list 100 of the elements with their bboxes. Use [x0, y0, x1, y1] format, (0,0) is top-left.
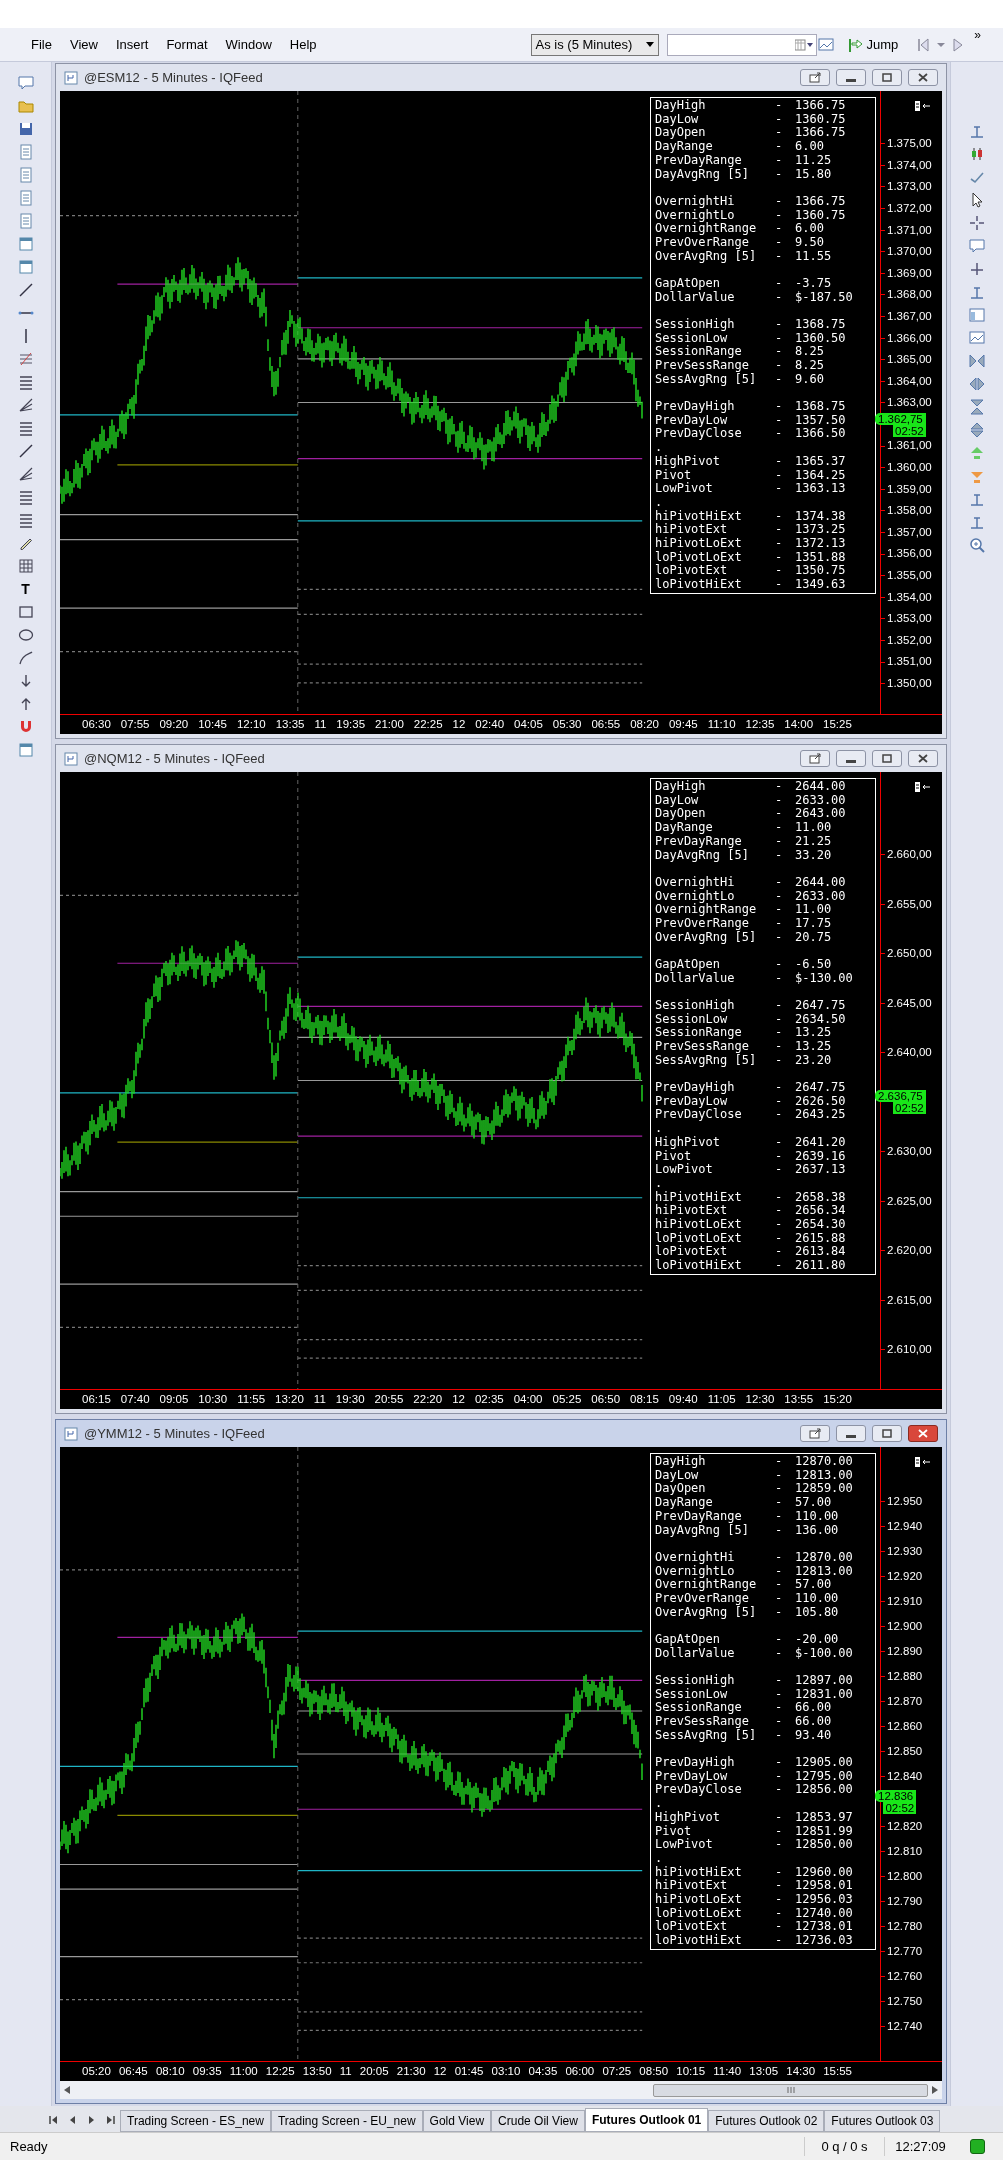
menu-item[interactable]: Window — [216, 31, 281, 58]
window-icon[interactable] — [16, 741, 35, 759]
axis-label: 19:35 — [336, 716, 366, 732]
minimize-button[interactable] — [836, 1425, 866, 1442]
interval-dropdown[interactable]: As is (5 Minutes) — [530, 33, 659, 56]
tab-first-icon[interactable] — [49, 2115, 58, 2125]
next-icon[interactable] — [952, 36, 965, 53]
detach-button[interactable] — [800, 750, 830, 767]
calendar-icon[interactable] — [794, 38, 813, 51]
previous-icon[interactable] — [916, 36, 931, 53]
menu-item[interactable]: File — [22, 31, 61, 58]
horizontal-scrollbar[interactable] — [60, 2081, 942, 2099]
crosshair-icon[interactable] — [968, 214, 986, 232]
stat-separator: - — [775, 112, 784, 127]
current-price-tag: 2.636,75 — [875, 1090, 926, 1103]
jump-button[interactable]: Jump — [842, 32, 903, 57]
speech-bubble-icon[interactable] — [968, 237, 986, 255]
axis-label: 08:10 — [155, 2063, 185, 2079]
scroll-right-icon[interactable] — [932, 2086, 938, 2094]
close-button[interactable] — [908, 1425, 938, 1442]
axis-label: 11:05 — [707, 1391, 736, 1407]
ellipse-icon[interactable] — [16, 626, 35, 644]
stat-label: OverAvgRng [5] — [655, 249, 758, 264]
rectangle-icon[interactable] — [16, 603, 35, 621]
menu-item[interactable]: Format — [157, 31, 217, 58]
minimize-button[interactable] — [836, 750, 866, 767]
stat-separator: - — [775, 153, 784, 168]
axis-label: 11:40 — [713, 2063, 742, 2079]
axis-label: 10:15 — [676, 2063, 706, 2079]
stat-label: LowPivot — [655, 1838, 714, 1852]
menu-item[interactable]: Help — [280, 31, 326, 58]
chart-image-icon[interactable] — [968, 329, 986, 347]
stat-label: PrevDayClose — [655, 1783, 743, 1798]
collapse-arrows-icon[interactable] — [968, 352, 986, 370]
grip-icon — [786, 2087, 795, 2093]
menu-item[interactable]: View — [60, 31, 107, 58]
window-icon[interactable] — [16, 258, 35, 276]
panel-toggle-icon[interactable] — [914, 782, 932, 792]
stat-label: DayHigh — [655, 780, 707, 794]
close-button[interactable] — [908, 750, 938, 767]
axis-label: 08:20 — [630, 716, 659, 732]
window-icon[interactable] — [16, 235, 35, 253]
detach-button[interactable] — [800, 69, 830, 86]
axis-label: 13:50 — [302, 2063, 332, 2079]
minimize-button[interactable] — [836, 69, 866, 86]
stat-separator: - — [775, 276, 784, 291]
expand-arrows-icon[interactable] — [968, 375, 986, 393]
tab-previous-icon[interactable] — [68, 2115, 77, 2125]
stat-separator: - — [775, 821, 784, 835]
stat-separator: - — [775, 249, 784, 264]
stat-value: 2643.00 — [795, 807, 846, 822]
sheet-tab[interactable]: Trading Screen - EU_new — [270, 2110, 423, 2132]
stat-label: . — [655, 441, 664, 455]
tab-last-icon[interactable] — [106, 2115, 115, 2125]
stat-label: Pivot — [655, 1824, 692, 1838]
stat-value: 8.25 — [795, 359, 824, 373]
restore-button[interactable] — [872, 750, 902, 767]
sheet-tab[interactable]: Futures Outlook 03 — [824, 2110, 941, 2132]
chart-image-icon[interactable] — [816, 35, 835, 54]
axis-label: 21:30 — [396, 2063, 426, 2079]
axis-label: 12.740 — [886, 2018, 923, 2034]
scroll-left-icon[interactable] — [64, 2086, 70, 2094]
stat-label: DayOpen — [655, 1482, 707, 1497]
stat-label: loPivotLoExt — [655, 1231, 743, 1245]
scrollbar-thumb[interactable] — [653, 2083, 928, 2097]
panel-toggle-icon[interactable] — [914, 1457, 932, 1467]
close-button[interactable] — [908, 69, 938, 86]
stat-label: PrevOverRange — [655, 1591, 749, 1606]
stat-value: 2643.25 — [795, 1108, 846, 1123]
axis-label: 09:05 — [159, 1391, 189, 1407]
stat-label: DayLow — [655, 1468, 699, 1483]
axis-label: 12:25 — [265, 2063, 295, 2079]
speech-bubble-icon[interactable] — [16, 74, 35, 92]
sheet-tab[interactable]: Crude Oil View — [491, 2110, 585, 2132]
stat-separator: - — [775, 1934, 784, 1948]
text-tool[interactable]: T — [21, 580, 30, 598]
menu-item[interactable]: Insert — [106, 31, 158, 58]
sheet-tab[interactable]: Trading Screen - ES_new — [120, 2110, 271, 2132]
vertical-collapse-icon[interactable] — [968, 398, 986, 416]
axis-label: 05:20 — [82, 2063, 111, 2079]
panel-toggle-icon[interactable] — [914, 101, 932, 111]
stat-separator: - — [775, 1893, 784, 1907]
panel-icon[interactable] — [968, 306, 986, 324]
restore-button[interactable] — [872, 1425, 902, 1442]
stat-label: DayAvgRng [5] — [655, 167, 750, 182]
tab-next-icon[interactable] — [87, 2115, 96, 2125]
restore-button[interactable] — [872, 69, 902, 86]
sheet-tab[interactable]: Futures Outlook 01 — [584, 2108, 709, 2132]
detach-button[interactable] — [800, 1425, 830, 1442]
date-field[interactable] — [666, 33, 817, 56]
vertical-expand-icon[interactable] — [968, 421, 986, 439]
stat-label: hiPivotHiExt — [655, 1865, 743, 1879]
sheet-tab[interactable]: Gold View — [422, 2110, 492, 2132]
overflow-chevron[interactable]: » — [974, 28, 981, 42]
stat-separator: - — [775, 1715, 784, 1729]
axis-label: 2.625,00 — [886, 1193, 932, 1209]
arc-icon[interactable] — [16, 649, 35, 667]
sheet-tab[interactable]: Futures Outlook 02 — [708, 2110, 825, 2132]
zoom-icon[interactable] — [968, 536, 986, 554]
grid-icon[interactable] — [16, 557, 35, 575]
